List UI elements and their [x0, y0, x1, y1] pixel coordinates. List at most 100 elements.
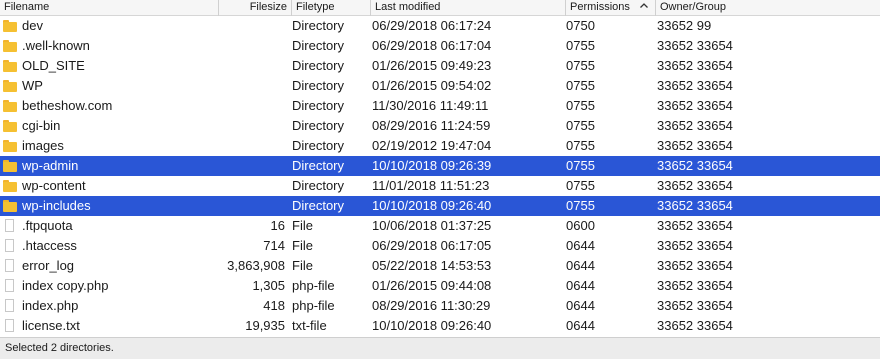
permissions-cell: 0755	[566, 58, 595, 73]
table-row[interactable]: wp-admin Directory 10/10/2018 09:26:39 0755…	[0, 156, 880, 176]
table-row[interactable]: error_log 3,863,908 File 05/22/2018 14:53:5…	[0, 256, 880, 276]
table-row[interactable]: betheshow.com Directory 11/30/2016 11:49:1…	[0, 96, 880, 116]
owner-group-cell: 33652 33654	[657, 58, 733, 73]
filesize-cell: 3,863,908	[227, 258, 285, 273]
filetype-cell: Directory	[292, 58, 345, 73]
file-icon	[5, 219, 14, 232]
filesize-cell	[190, 136, 285, 156]
folder-icon	[3, 160, 17, 172]
table-row[interactable]: dev Directory 06/29/2018 06:17:24 0750 33652…	[0, 16, 880, 36]
permissions-cell: 0755	[566, 178, 595, 193]
filetype-cell: Directory	[292, 118, 345, 133]
permissions-cell: 0644	[566, 278, 595, 293]
owner-group-cell: 33652 33654	[657, 218, 733, 233]
owner-group-cell: 33652 33654	[657, 198, 733, 213]
file-icon	[5, 259, 14, 272]
filetype-cell: File	[292, 238, 313, 253]
column-header-bar: Filename Filesize Filetype Last modified…	[0, 0, 880, 16]
last-modified-cell: 10/10/2018 09:26:40	[372, 198, 492, 213]
table-row[interactable]: index copy.php 1,305 php-file 01/26/2015 09…	[0, 276, 880, 296]
filesize-cell: 418	[263, 298, 285, 313]
filesize-cell	[190, 196, 285, 216]
column-header-permissions-label: Permissions	[570, 1, 630, 13]
permissions-cell: 0644	[566, 318, 595, 333]
file-icon	[5, 279, 14, 292]
table-row[interactable]: wp-content Directory 11/01/2018 11:51:23 07…	[0, 176, 880, 196]
owner-group-cell: 33652 33654	[657, 118, 733, 133]
column-header-filesize[interactable]: Filesize	[218, 0, 291, 16]
file-icon	[5, 319, 14, 332]
table-row[interactable]: images Directory 02/19/2012 19:47:04 0755 33…	[0, 136, 880, 156]
column-header-filename[interactable]: Filename	[0, 0, 218, 16]
filetype-cell: Directory	[292, 38, 345, 53]
last-modified-cell: 01/26/2015 09:54:02	[372, 78, 492, 93]
filetype-cell: Directory	[292, 138, 345, 153]
folder-icon	[3, 60, 17, 72]
folder-icon	[3, 180, 17, 192]
table-row[interactable]: .ftpquota 16 File 10/06/2018 01:37:25 0600 33…	[0, 216, 880, 236]
remote-file-list-pane: Filename Filesize Filetype Last modified…	[0, 0, 880, 359]
last-modified-cell: 11/01/2018 11:51:23	[372, 178, 490, 193]
permissions-cell: 0755	[566, 118, 595, 133]
table-row[interactable]: index.php 418 php-file 08/29/2016 11:30:29 0…	[0, 296, 880, 316]
last-modified-cell: 06/29/2018 06:17:24	[372, 18, 492, 33]
column-header-owner-group[interactable]: Owner/Group	[655, 0, 880, 16]
owner-group-cell: 33652 33654	[657, 158, 733, 173]
table-row[interactable]: wp-includes Directory 10/10/2018 09:26:40 0…	[0, 196, 880, 216]
permissions-cell: 0755	[566, 198, 595, 213]
owner-group-cell: 33652 33654	[657, 78, 733, 93]
last-modified-cell: 08/29/2016 11:30:29	[372, 298, 491, 313]
folder-icon	[3, 40, 17, 52]
last-modified-cell: 10/10/2018 09:26:40	[372, 318, 492, 333]
folder-icon	[3, 120, 17, 132]
last-modified-cell: 01/26/2015 09:49:23	[372, 58, 492, 73]
owner-group-cell: 33652 33654	[657, 98, 733, 113]
permissions-cell: 0755	[566, 98, 595, 113]
filetype-cell: Directory	[292, 178, 345, 193]
chevron-up-icon	[639, 1, 649, 16]
last-modified-cell: 06/29/2018 06:17:04	[372, 38, 492, 53]
filetype-cell: Directory	[292, 18, 345, 33]
table-row[interactable]: WP Directory 01/26/2015 09:54:02 0755 33652 …	[0, 76, 880, 96]
status-text: Selected 2 directories.	[5, 342, 114, 354]
permissions-cell: 0644	[566, 298, 595, 313]
owner-group-cell: 33652 33654	[657, 238, 733, 253]
folder-icon	[3, 20, 17, 32]
table-row[interactable]: .htaccess 714 File 06/29/2018 06:17:05 0644 3…	[0, 236, 880, 256]
table-row[interactable]: .well-known Directory 06/29/2018 06:17:04 0…	[0, 36, 880, 56]
permissions-cell: 0755	[566, 158, 595, 173]
filesize-cell	[190, 76, 285, 96]
filesize-cell	[190, 16, 285, 36]
owner-group-cell: 33652 33654	[657, 138, 733, 153]
permissions-cell: 0755	[566, 38, 595, 53]
owner-group-cell: 33652 33654	[657, 278, 733, 293]
file-icon	[5, 299, 14, 312]
table-row[interactable]: license.txt 19,935 txt-file 10/10/2018 09:2…	[0, 316, 880, 336]
table-row[interactable]: cgi-bin Directory 08/29/2016 11:24:59 0755 3…	[0, 116, 880, 136]
folder-icon	[3, 100, 17, 112]
column-header-permissions[interactable]: Permissions	[565, 0, 655, 16]
file-icon	[5, 239, 14, 252]
owner-group-cell: 33652 33654	[657, 258, 733, 273]
owner-group-cell: 33652 99	[657, 18, 712, 33]
column-header-last-modified[interactable]: Last modified	[370, 0, 565, 16]
last-modified-cell: 02/19/2012 19:47:04	[372, 138, 492, 153]
last-modified-cell: 06/29/2018 06:17:05	[372, 238, 492, 253]
owner-group-cell: 33652 33654	[657, 38, 733, 53]
last-modified-cell: 05/22/2018 14:53:53	[372, 258, 492, 273]
folder-icon	[3, 200, 17, 212]
filetype-cell: Directory	[292, 78, 345, 93]
filetype-cell: php-file	[292, 278, 335, 293]
filetype-cell: Directory	[292, 198, 345, 213]
owner-group-cell: 33652 33654	[657, 178, 733, 193]
permissions-cell: 0755	[566, 138, 595, 153]
table-row[interactable]: OLD_SITE Directory 01/26/2015 09:49:23 0755…	[0, 56, 880, 76]
owner-group-cell: 33652 33654	[657, 298, 733, 313]
filesize-cell: 16	[270, 218, 285, 233]
filetype-cell: txt-file	[292, 318, 327, 333]
permissions-cell: 0600	[566, 218, 595, 233]
last-modified-cell: 11/30/2016 11:49:11	[372, 98, 489, 113]
column-header-filetype[interactable]: Filetype	[291, 0, 370, 16]
status-bar: Selected 2 directories.	[0, 337, 880, 359]
folder-icon	[3, 80, 17, 92]
